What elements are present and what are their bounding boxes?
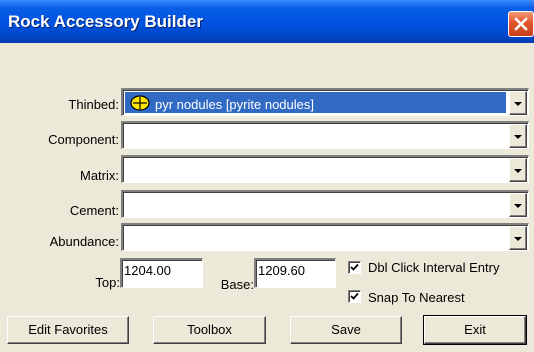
edit-favorites-button[interactable]: Edit Favorites bbox=[7, 316, 129, 344]
base-label: Base: bbox=[220, 277, 254, 292]
title-bar[interactable]: Rock Accessory Builder bbox=[0, 0, 534, 43]
cement-select[interactable] bbox=[121, 190, 529, 218]
component-select[interactable] bbox=[121, 121, 529, 149]
abundance-select[interactable] bbox=[121, 223, 529, 251]
matrix-dropdown-button[interactable] bbox=[509, 158, 527, 182]
cement-dropdown-button[interactable] bbox=[509, 193, 527, 217]
rock-accessory-builder-window: Rock Accessory Builder Thinbed: pyr nodu… bbox=[0, 0, 534, 352]
top-depth-input[interactable]: 1204.00 bbox=[120, 258, 203, 288]
snap-to-nearest-label[interactable]: Snap To Nearest bbox=[368, 290, 465, 305]
thinbed-select[interactable]: pyr nodules [pyrite nodules] bbox=[121, 88, 529, 116]
toolbox-button[interactable]: Toolbox bbox=[153, 316, 266, 344]
matrix-select[interactable] bbox=[121, 155, 529, 183]
component-dropdown-button[interactable] bbox=[509, 124, 527, 148]
exit-button[interactable]: Exit bbox=[423, 315, 527, 345]
close-button[interactable] bbox=[508, 11, 534, 37]
checkmark-icon bbox=[350, 292, 359, 300]
cement-label: Cement: bbox=[69, 203, 119, 218]
pyrite-nodule-icon bbox=[130, 95, 150, 111]
base-depth-input[interactable]: 1209.60 bbox=[254, 258, 336, 288]
top-label: Top: bbox=[95, 275, 120, 290]
checkmark-icon bbox=[350, 263, 359, 271]
thinbed-dropdown-button[interactable] bbox=[509, 91, 527, 115]
component-label: Component: bbox=[48, 132, 119, 147]
matrix-label: Matrix: bbox=[80, 168, 119, 183]
close-icon bbox=[514, 17, 528, 31]
thinbed-selected-value: pyr nodules [pyrite nodules] bbox=[125, 92, 506, 113]
dbl-click-interval-label[interactable]: Dbl Click Interval Entry bbox=[368, 260, 499, 275]
dbl-click-interval-checkbox[interactable] bbox=[348, 261, 361, 274]
save-button[interactable]: Save bbox=[290, 316, 402, 344]
thinbed-label: Thinbed: bbox=[68, 97, 119, 112]
abundance-dropdown-button[interactable] bbox=[509, 226, 527, 250]
window-title: Rock Accessory Builder bbox=[8, 12, 203, 31]
thinbed-value: pyr nodules [pyrite nodules] bbox=[155, 97, 314, 112]
abundance-label: Abundance: bbox=[49, 234, 119, 249]
snap-to-nearest-checkbox[interactable] bbox=[348, 290, 361, 303]
